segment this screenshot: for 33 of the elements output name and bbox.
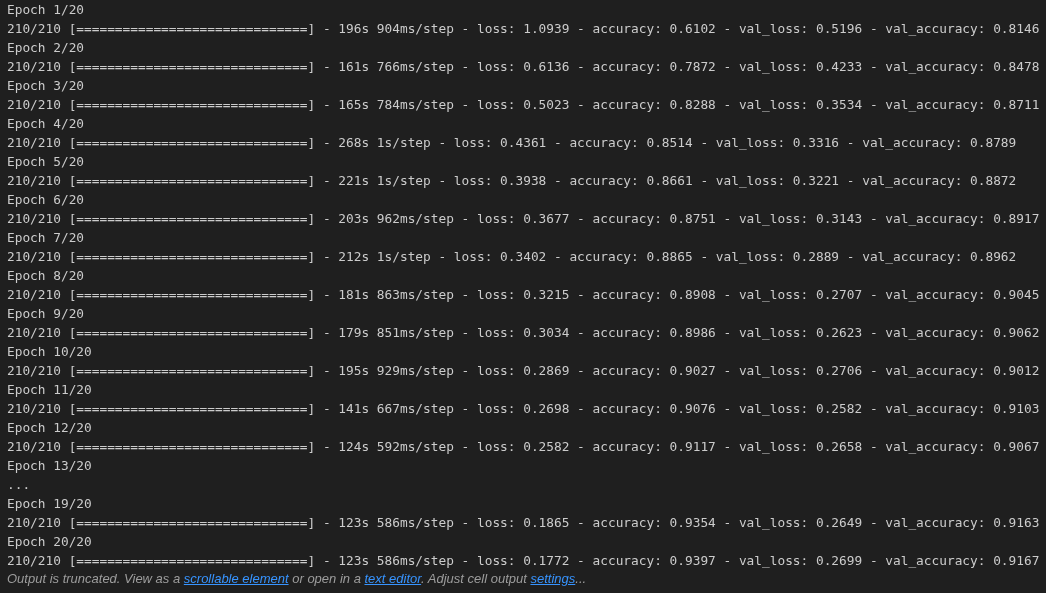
output-line: Epoch 1/20 (7, 1, 85, 19)
output-line: 210/210 [==============================] - 123s 586ms/step - loss: 0.1772 - accuracy: 0.9397 - val_loss: 0.2699 - val_accuracy: 0.9167 (7, 552, 1040, 570)
output-line: Epoch 10/20 (7, 343, 92, 361)
output-line: 210/210 [==============================] - 123s 586ms/step - loss: 0.1865 - accuracy: 0.9354 - val_loss: 0.2649 - val_accuracy: 0.9163 (7, 514, 1040, 532)
output-line: Epoch 6/20 (7, 191, 85, 209)
output-line: Epoch 7/20 (7, 229, 85, 247)
output-line: 210/210 [==============================] - 165s 784ms/step - loss: 0.5023 - accuracy: 0.8288 - val_loss: 0.3534 - val_accuracy: 0.8711 (7, 96, 1040, 114)
truncation-notice: Output is truncated. View as a scrollable element or open in a text editor. Adjust cell output settings... (7, 570, 587, 588)
output-line: 210/210 [==============================] - 195s 929ms/step - loss: 0.2869 - accuracy: 0.9027 - val_loss: 0.2706 - val_accuracy: 0.9012 (7, 362, 1040, 380)
output-line: 210/210 [==============================] - 141s 667ms/step - loss: 0.2698 - accuracy: 0.9076 - val_loss: 0.2582 - val_accuracy: 0.9103 (7, 400, 1040, 418)
output-line: Epoch 4/20 (7, 115, 85, 133)
output-line: Epoch 20/20 (7, 533, 92, 551)
output-line: 210/210 [==============================] - 196s 904ms/step - loss: 1.0939 - accuracy: 0.6102 - val_loss: 0.5196 - val_accuracy: 0.8146 (7, 20, 1040, 38)
output-line: Epoch 8/20 (7, 267, 85, 285)
output-line: ... (7, 476, 31, 494)
output-line: 210/210 [==============================] - 221s 1s/step - loss: 0.3938 - accuracy: 0.8661 - val_loss: 0.3221 - val_accuracy: 0.8872 (7, 172, 1017, 190)
output-line: 210/210 [==============================] - 179s 851ms/step - loss: 0.3034 - accuracy: 0.8986 - val_loss: 0.2623 - val_accuracy: 0.9062 (7, 324, 1040, 342)
notice-link[interactable]: settings (530, 571, 576, 586)
output-line: Epoch 12/20 (7, 419, 92, 437)
output-line: Epoch 2/20 (7, 39, 85, 57)
output-line: 210/210 [==============================] - 124s 592ms/step - loss: 0.2582 - accuracy: 0.9117 - val_loss: 0.2658 - val_accuracy: 0.9067 (7, 438, 1040, 456)
output-line: 210/210 [==============================] - 161s 766ms/step - loss: 0.6136 - accuracy: 0.7872 - val_loss: 0.4233 - val_accuracy: 0.8478 (7, 58, 1040, 76)
notice-link[interactable]: scrollable element (183, 571, 289, 586)
output-line: Epoch 11/20 (7, 381, 92, 399)
output-line: Epoch 19/20 (7, 495, 92, 513)
output-line: 210/210 [==============================] - 212s 1s/step - loss: 0.3402 - accuracy: 0.8865 - val_loss: 0.2889 - val_accuracy: 0.8962 (7, 248, 1017, 266)
output-line: Epoch 3/20 (7, 77, 85, 95)
output-line: Epoch 9/20 (7, 305, 85, 323)
output-line: 210/210 [==============================] - 203s 962ms/step - loss: 0.3677 - accuracy: 0.8751 - val_loss: 0.3143 - val_accuracy: 0.8917 (7, 210, 1040, 228)
output-line: Epoch 13/20 (7, 457, 92, 475)
output-line: 210/210 [==============================] - 268s 1s/step - loss: 0.4361 - accuracy: 0.8514 - val_loss: 0.3316 - val_accuracy: 0.8789 (7, 134, 1017, 152)
output-line: 210/210 [==============================] - 181s 863ms/step - loss: 0.3215 - accuracy: 0.8908 - val_loss: 0.2707 - val_accuracy: 0.9045 (7, 286, 1040, 304)
output-line: Epoch 5/20 (7, 153, 85, 171)
